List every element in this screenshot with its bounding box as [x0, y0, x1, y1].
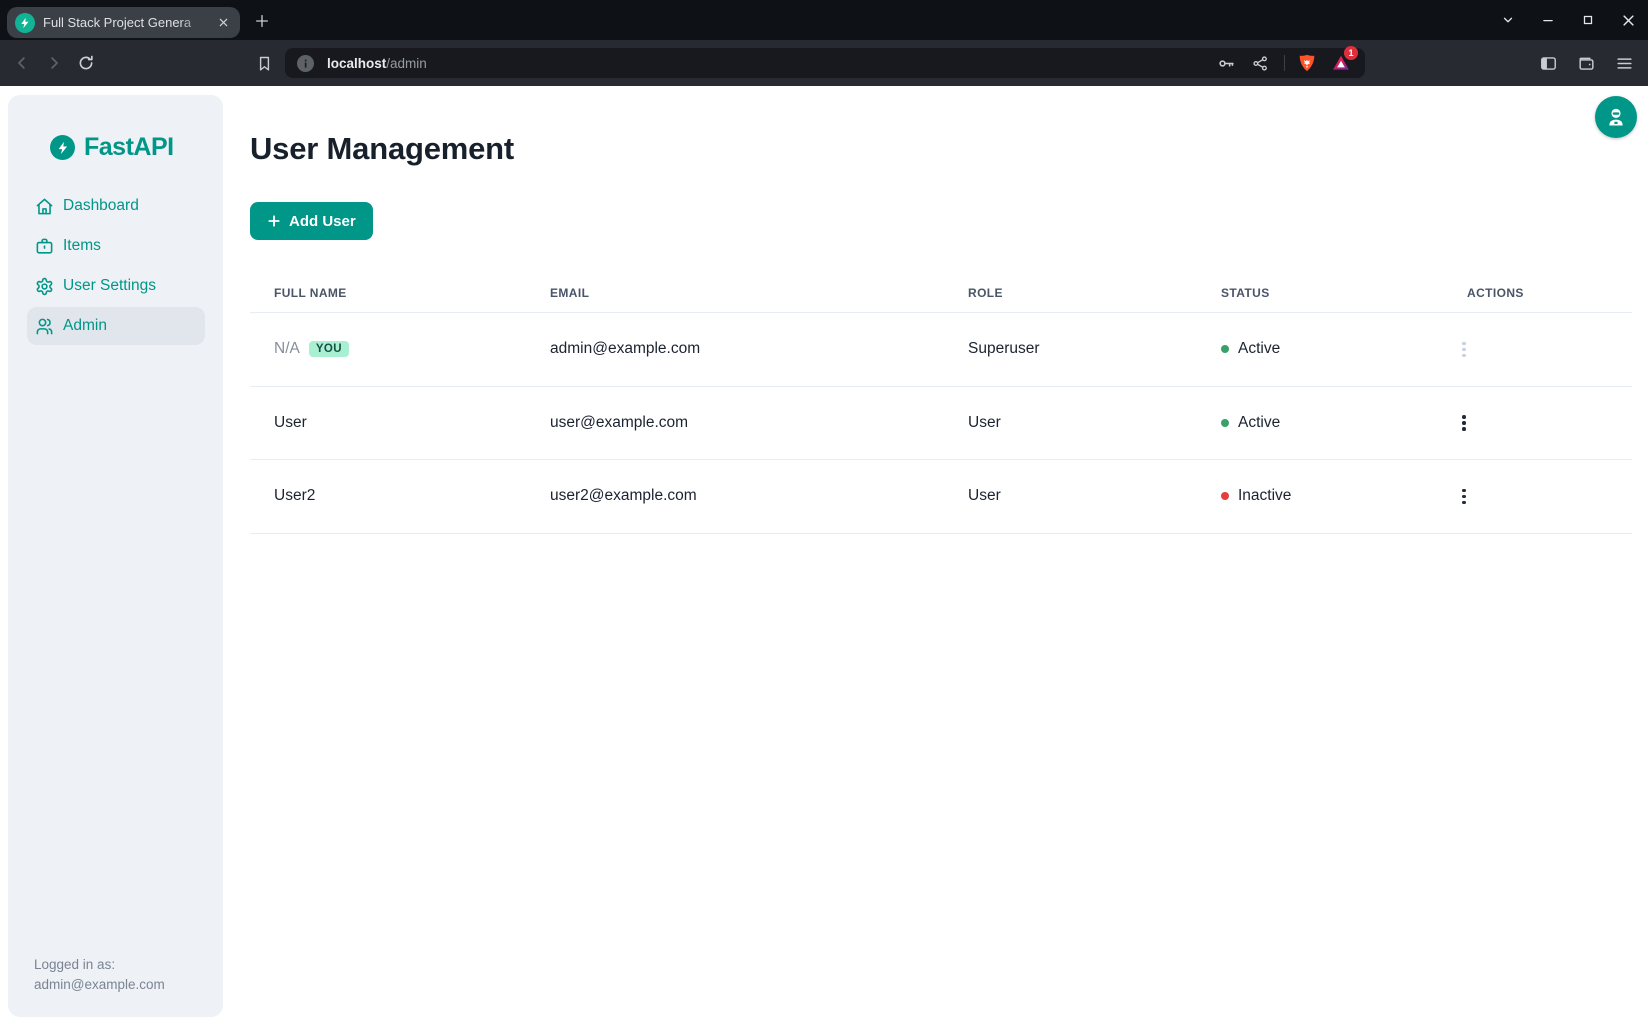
plus-icon: [267, 214, 281, 228]
password-key-icon[interactable]: [1214, 51, 1238, 75]
header-role: Role: [944, 274, 1197, 312]
bookmark-icon[interactable]: [250, 49, 278, 77]
site-info-icon[interactable]: [297, 55, 314, 72]
tab-close-icon[interactable]: [214, 14, 232, 32]
add-user-button[interactable]: Add User: [250, 202, 373, 240]
header-actions: Actions: [1443, 274, 1632, 312]
users-table: Full Name Email Role Status Actions N/A …: [250, 274, 1632, 534]
cell-actions: [1443, 460, 1632, 533]
reload-button[interactable]: [72, 49, 100, 77]
sidebar-item-admin[interactable]: Admin: [27, 307, 205, 345]
sidebar-item-items[interactable]: Items: [27, 227, 205, 265]
cell-email: admin@example.com: [526, 313, 944, 386]
sidebar-item-dashboard[interactable]: Dashboard: [27, 187, 205, 225]
main-content: User Management Add User Full Name Email…: [250, 86, 1632, 534]
logo-text: FastAPI: [84, 133, 174, 162]
cell-status: Inactive: [1197, 460, 1443, 533]
cell-full-name: N/A YOU: [250, 313, 526, 386]
wallet-icon[interactable]: [1572, 49, 1600, 77]
header-email: Email: [526, 274, 944, 312]
window-close-icon[interactable]: [1620, 12, 1636, 28]
cell-email: user@example.com: [526, 387, 944, 460]
cell-role: Superuser: [944, 313, 1197, 386]
url-text: localhost/admin: [327, 56, 427, 71]
browser-toolbar: localhost/admin 1: [0, 40, 1648, 86]
sidebar-item-label: Dashboard: [63, 197, 139, 215]
cell-role: User: [944, 460, 1197, 533]
sidebar-item-label: Items: [63, 237, 101, 255]
sidebar-panel-icon[interactable]: [1534, 49, 1562, 77]
browser-tab[interactable]: Full Stack Project Genera: [7, 7, 240, 38]
status-dot: [1221, 419, 1229, 427]
cell-role: User: [944, 387, 1197, 460]
lightning-favicon-icon: [15, 13, 35, 33]
url-host: localhost: [327, 56, 386, 71]
cell-full-name: User2: [250, 460, 526, 533]
forward-button[interactable]: [40, 49, 68, 77]
status-dot: [1221, 492, 1229, 500]
table-row: User2 user2@example.com User Inactive: [250, 460, 1632, 534]
home-icon: [35, 197, 54, 216]
you-badge: YOU: [309, 341, 349, 357]
header-full-name: Full Name: [250, 274, 526, 312]
url-path: /admin: [386, 56, 427, 71]
menu-icon[interactable]: [1610, 49, 1638, 77]
fastapi-logo: FastAPI: [50, 133, 223, 162]
address-bar[interactable]: localhost/admin 1: [285, 48, 1365, 78]
browser-dropdown-icon[interactable]: [1500, 12, 1516, 28]
browser-titlebar: Full Stack Project Genera: [0, 0, 1648, 40]
sidebar-item-label: User Settings: [63, 277, 156, 295]
window-maximize-icon[interactable]: [1580, 12, 1596, 28]
tab-title: Full Stack Project Genera: [43, 15, 206, 30]
add-user-label: Add User: [289, 213, 356, 230]
table-row: N/A YOU admin@example.com Superuser Acti…: [250, 313, 1632, 387]
sidebar-nav: Dashboard Items User Settings Admin: [8, 187, 223, 345]
sidebar-item-label: Admin: [63, 317, 107, 335]
logged-in-email: admin@example.com: [34, 975, 165, 995]
cell-actions: [1443, 313, 1632, 386]
users-icon: [35, 317, 54, 336]
sidebar-item-user-settings[interactable]: User Settings: [27, 267, 205, 305]
header-status: Status: [1197, 274, 1443, 312]
table-row: User user@example.com User Active: [250, 387, 1632, 461]
window-minimize-icon[interactable]: [1540, 12, 1556, 28]
briefcase-icon: [35, 237, 54, 256]
cell-status: Active: [1197, 313, 1443, 386]
sidebar: FastAPI Dashboard Items User Settings: [8, 95, 223, 1017]
rewards-notification-badge: 1: [1344, 46, 1358, 60]
brave-rewards-icon[interactable]: 1: [1329, 51, 1353, 75]
back-button[interactable]: [8, 49, 36, 77]
new-tab-button[interactable]: [250, 9, 274, 33]
cell-email: user2@example.com: [526, 460, 944, 533]
row-actions-menu-icon[interactable]: [1451, 410, 1477, 436]
row-actions-menu-icon[interactable]: [1451, 336, 1477, 362]
cell-full-name: User: [250, 387, 526, 460]
share-icon[interactable]: [1248, 51, 1272, 75]
status-dot: [1221, 345, 1229, 353]
row-actions-menu-icon[interactable]: [1451, 483, 1477, 509]
app-content: FastAPI Dashboard Items User Settings: [0, 86, 1648, 1025]
logged-in-label: Logged in as:: [34, 955, 165, 975]
lightning-logo-icon: [50, 135, 75, 160]
toolbar-divider: [1284, 55, 1285, 71]
table-header-row: Full Name Email Role Status Actions: [250, 274, 1632, 313]
cell-status: Active: [1197, 387, 1443, 460]
cell-actions: [1443, 387, 1632, 460]
page-title: User Management: [250, 131, 1632, 167]
brave-shield-icon[interactable]: [1295, 51, 1319, 75]
gear-icon: [35, 277, 54, 296]
logged-in-footer: Logged in as: admin@example.com: [34, 955, 165, 995]
